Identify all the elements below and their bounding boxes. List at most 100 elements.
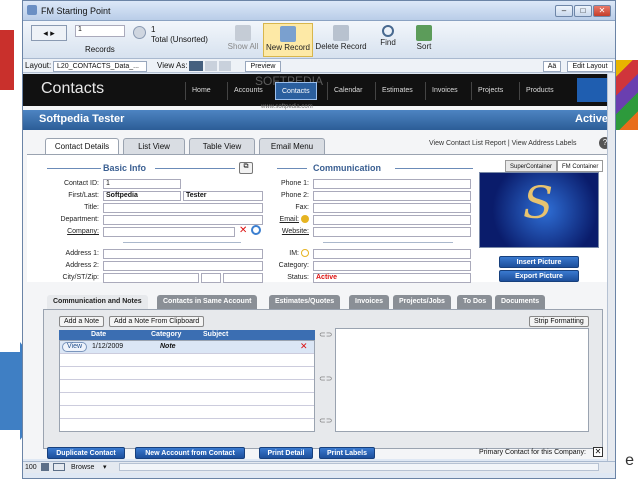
tab-list-view[interactable]: List View xyxy=(123,138,185,154)
fax-field[interactable] xyxy=(313,203,471,213)
horizontal-scrollbar[interactable] xyxy=(119,463,599,471)
record-number-field[interactable]: 1 xyxy=(75,25,125,37)
tab-to-dos[interactable]: To Dos xyxy=(457,295,493,309)
phone1-field[interactable] xyxy=(313,179,471,189)
sort-button[interactable]: Sort xyxy=(411,23,437,57)
module-title: Contacts xyxy=(41,80,105,97)
address1-field[interactable] xyxy=(103,249,263,259)
primary-contact-checkbox[interactable]: ✕ xyxy=(593,447,603,457)
department-field[interactable] xyxy=(103,215,263,225)
im-field[interactable] xyxy=(313,249,471,259)
zoom-icon[interactable] xyxy=(41,463,49,471)
tab-fm-container[interactable]: FM Container xyxy=(557,160,604,172)
website-label[interactable]: Website: xyxy=(253,228,309,235)
tab-projects-jobs[interactable]: Projects/Jobs xyxy=(393,295,451,309)
export-picture-button[interactable]: Export Picture xyxy=(499,270,579,282)
im-label: IM: xyxy=(289,250,299,257)
records-label: Records xyxy=(85,45,115,54)
total-label: Total (Unsorted) xyxy=(151,35,208,44)
status-field[interactable]: Active xyxy=(313,273,471,283)
edit-layout-button[interactable]: Edit Layout xyxy=(567,61,613,72)
contact-id-field[interactable]: 1 xyxy=(103,179,181,189)
nav-products[interactable]: Products xyxy=(519,82,560,100)
print-detail-button[interactable]: Print Detail xyxy=(259,447,313,459)
tab-same-account[interactable]: Contacts in Same Account xyxy=(157,295,258,309)
email-label[interactable]: Email: xyxy=(243,216,299,223)
show-all-button[interactable]: Show All xyxy=(225,23,261,57)
add-note-button[interactable]: Add a Note xyxy=(59,316,105,327)
title-field[interactable] xyxy=(103,203,263,213)
window-title: FM Starting Point xyxy=(41,6,111,16)
company-label[interactable]: Company: xyxy=(43,228,99,235)
insert-picture-button[interactable]: Insert Picture xyxy=(499,256,579,268)
chevron-down-icon[interactable]: ▾ xyxy=(103,463,107,471)
category-label: Category: xyxy=(278,262,309,269)
list-item xyxy=(60,367,314,380)
delete-note-icon[interactable]: ✕ xyxy=(300,341,308,352)
note-detail-field[interactable] xyxy=(335,328,589,432)
record-status-header: Active xyxy=(575,113,609,125)
nav-accounts[interactable]: Accounts xyxy=(227,82,269,100)
list-item[interactable]: View 1/12/2009 Note ✕ xyxy=(60,341,314,354)
close-button[interactable]: ✕ xyxy=(593,5,611,17)
email-send-icon[interactable] xyxy=(301,215,309,223)
tab-invoices[interactable]: Invoices xyxy=(349,295,390,309)
phone2-field[interactable] xyxy=(313,191,471,201)
state-field[interactable] xyxy=(201,273,221,283)
notes-list: View 1/12/2009 Note ✕ xyxy=(59,340,315,432)
nav-invoices[interactable]: Invoices xyxy=(425,82,464,100)
add-note-clipboard-button[interactable]: Add a Note From Clipboard xyxy=(109,316,205,327)
duplicate-contact-button[interactable]: Duplicate Contact xyxy=(47,447,125,459)
record-navigation-arrows[interactable]: ◂ ▸ xyxy=(31,25,67,41)
format-toggle-button[interactable]: Aä xyxy=(543,61,561,72)
print-labels-button[interactable]: Print Labels xyxy=(319,447,375,459)
new-record-button[interactable]: New Record xyxy=(263,23,313,57)
status-area-icon[interactable] xyxy=(53,463,65,471)
list-item xyxy=(60,380,314,393)
im-icon[interactable] xyxy=(301,249,309,257)
table-view-icon[interactable] xyxy=(219,61,231,71)
tab-supercontainer[interactable]: SuperContainer xyxy=(505,160,558,172)
tab-communication-notes[interactable]: Communication and Notes xyxy=(47,295,148,309)
category-field[interactable] xyxy=(313,261,471,271)
mode-select[interactable]: Browse xyxy=(71,464,94,471)
new-account-button[interactable]: New Account from Contact xyxy=(135,447,245,459)
strip-formatting-button[interactable]: Strip Formatting xyxy=(529,316,589,327)
email-field[interactable] xyxy=(313,215,471,225)
status-toolbar: ◂ ▸ 1 Records 1 Total (Unsorted) Show Al… xyxy=(23,21,615,59)
view-note-button[interactable]: View xyxy=(62,342,88,352)
nav-home[interactable]: Home xyxy=(185,82,217,100)
tab-email-menu[interactable]: Email Menu xyxy=(259,138,325,154)
clear-icon[interactable]: ✕ xyxy=(239,225,247,236)
find-button[interactable]: Find xyxy=(375,23,401,57)
maximize-button[interactable]: □ xyxy=(574,5,592,17)
last-name-field[interactable]: Tester xyxy=(183,191,263,201)
view-report-links[interactable]: View Contact List Report | View Address … xyxy=(429,140,576,147)
tab-table-view[interactable]: Table View xyxy=(189,138,255,154)
column-date: Date xyxy=(91,331,107,338)
tab-documents[interactable]: Documents xyxy=(495,295,546,309)
nav-projects[interactable]: Projects xyxy=(471,82,509,100)
nav-contacts[interactable]: Contacts xyxy=(275,82,317,100)
layout-select[interactable]: L20_CONTACTS_Data_... xyxy=(53,61,147,72)
tab-estimates-quotes[interactable]: Estimates/Quotes xyxy=(269,295,341,309)
lookup-icon[interactable]: ⧉ xyxy=(239,162,253,174)
record-slider-icon[interactable] xyxy=(133,26,146,39)
minimize-button[interactable]: – xyxy=(555,5,573,17)
tab-contact-details[interactable]: Contact Details xyxy=(45,138,119,155)
company-field[interactable] xyxy=(103,227,235,237)
app-window: FM Starting Point – □ ✕ ◂ ▸ 1 Records 1 … xyxy=(22,0,616,479)
nav-calendar[interactable]: Calendar xyxy=(327,82,368,100)
nav-estimates[interactable]: Estimates xyxy=(375,82,419,100)
zoom-level[interactable]: 100 xyxy=(25,464,37,471)
form-view-icon[interactable] xyxy=(189,61,203,71)
list-view-icon[interactable] xyxy=(205,61,217,71)
city-field[interactable] xyxy=(103,273,199,283)
sort-icon xyxy=(416,25,432,41)
website-field[interactable] xyxy=(313,227,471,237)
preview-button[interactable]: Preview xyxy=(245,61,281,72)
delete-record-button[interactable]: Delete Record xyxy=(315,23,367,57)
address2-field[interactable] xyxy=(103,261,263,271)
vertical-scrollbar[interactable] xyxy=(607,74,615,461)
first-name-field[interactable]: Softpedia xyxy=(103,191,181,201)
